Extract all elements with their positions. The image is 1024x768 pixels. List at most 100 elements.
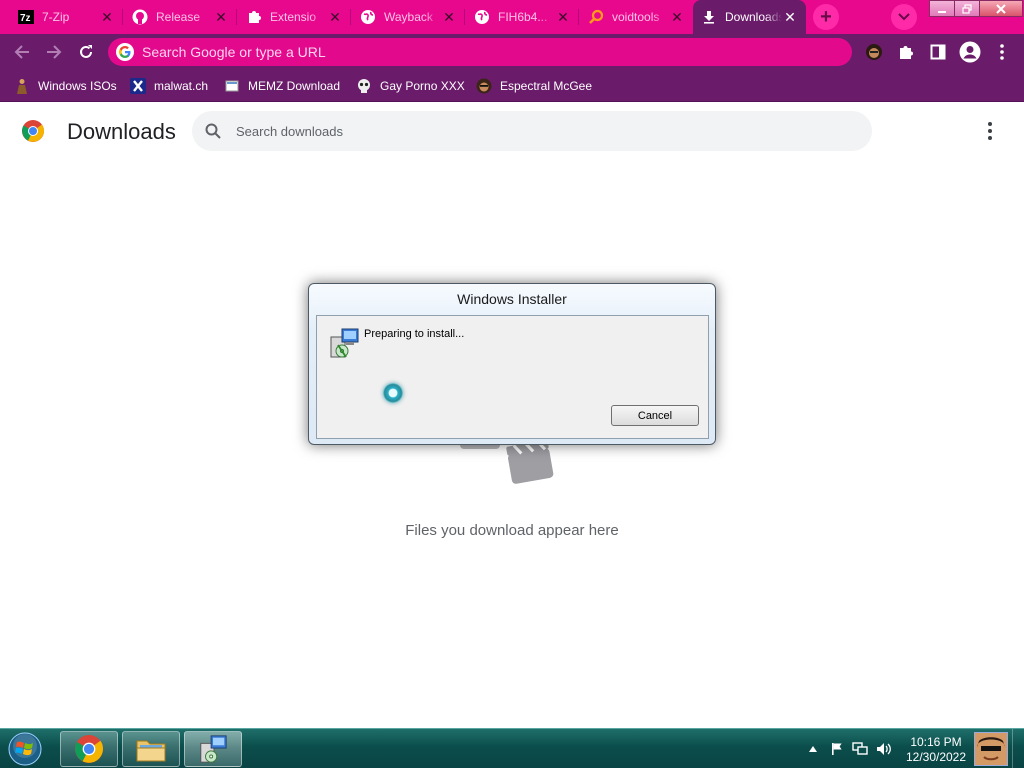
network-button[interactable]	[852, 741, 868, 757]
tab-7zip[interactable]: 7z 7-Zip ✕	[10, 0, 123, 34]
close-icon[interactable]: ✕	[555, 9, 571, 25]
start-button[interactable]	[5, 730, 45, 768]
user-avatar[interactable]	[974, 732, 1008, 766]
chrome-menu-button[interactable]	[992, 42, 1012, 62]
arrow-left-icon	[14, 45, 29, 59]
bookmark-label: MEMZ Download	[248, 79, 341, 93]
tab-wayback[interactable]: Wayback ✕	[352, 0, 465, 34]
bookmark-label: malwat.ch	[154, 79, 209, 93]
restore-button[interactable]	[954, 0, 980, 17]
puzzle-icon	[246, 9, 262, 25]
close-icon[interactable]: ✕	[441, 9, 457, 25]
bookmark-espectral-mcgee[interactable]: Espectral McGee	[476, 76, 592, 96]
speaker-icon	[877, 743, 891, 755]
avatar-icon	[975, 733, 1007, 765]
puzzle-icon	[900, 46, 913, 59]
search-icon	[204, 122, 222, 140]
tab-voidtools[interactable]: voidtools ✕	[580, 0, 693, 34]
menu-dot	[988, 136, 992, 140]
profile-button[interactable]	[958, 40, 982, 64]
bookmark-malwatch[interactable]: malwat.ch	[130, 76, 208, 96]
busy-spinner-icon	[383, 383, 403, 403]
arrow-right-icon	[47, 45, 62, 59]
bookmark-gay-porno[interactable]: Gay Porno XXX	[356, 76, 465, 96]
extension-face-icon	[866, 44, 882, 60]
avatar-icon	[476, 78, 492, 94]
figure-icon	[14, 78, 30, 94]
show-hidden-icons-button[interactable]	[805, 741, 821, 757]
installer-icon	[200, 735, 227, 763]
chevron-down-icon	[898, 13, 910, 21]
address-placeholder: Search Google or type a URL	[142, 44, 326, 60]
close-icon[interactable]: ✕	[213, 9, 229, 25]
download-icon	[701, 9, 717, 25]
side-panel-button[interactable]	[928, 42, 948, 62]
close-icon[interactable]: ✕	[782, 9, 798, 25]
taskbar-explorer-button[interactable]	[122, 731, 180, 767]
volume-button[interactable]	[876, 741, 892, 757]
windows-taskbar: 10:16 PM 12/30/2022	[0, 728, 1024, 768]
tab-title: 7-Zip	[42, 10, 70, 24]
more-vert-icon	[1000, 44, 1004, 60]
cancel-button[interactable]: Cancel	[611, 405, 699, 426]
dialog-content: Preparing to install... Cancel	[316, 315, 709, 439]
downloads-menu-button[interactable]	[980, 121, 1000, 141]
tab-strip: 7z 7-Zip ✕ Release ✕ Extensio ✕ Wayback …	[0, 0, 1024, 34]
tab-search-button[interactable]	[891, 4, 917, 30]
tab-title: voidtools	[612, 10, 660, 24]
close-icon[interactable]: ✕	[99, 9, 115, 25]
show-desktop-button[interactable]	[1012, 729, 1024, 768]
search-downloads-input[interactable]	[236, 123, 836, 139]
clock-time: 10:16 PM	[910, 735, 962, 749]
chrome-icon	[75, 735, 103, 763]
windows-installer-dialog: Windows Installer Preparing to install..…	[308, 283, 716, 445]
bookmark-label: Windows ISOs	[38, 79, 117, 93]
bookmark-label: Espectral McGee	[500, 79, 593, 93]
forward-button[interactable]	[42, 40, 66, 64]
taskbar-chrome-button[interactable]	[60, 731, 118, 767]
chrome-logo-icon	[22, 120, 44, 142]
globe-icon	[474, 9, 490, 25]
extensions-button[interactable]	[896, 42, 916, 62]
close-icon[interactable]: ✕	[669, 9, 685, 25]
extension-avatar-button[interactable]	[864, 42, 884, 62]
minimize-button[interactable]	[929, 0, 955, 17]
tab-release[interactable]: Release ✕	[124, 0, 237, 34]
system-clock[interactable]: 10:16 PM 12/30/2022	[902, 735, 970, 765]
back-button[interactable]	[10, 40, 34, 64]
7zip-icon: 7z	[18, 9, 34, 25]
tab-title: Downloads	[725, 10, 782, 24]
windows-start-icon	[8, 732, 42, 766]
bookmark-memz-download[interactable]: MEMZ Download	[224, 76, 340, 96]
restore-icon	[962, 3, 972, 14]
x-logo-icon	[130, 78, 146, 94]
minimize-icon	[938, 10, 946, 13]
dialog-message: Preparing to install...	[364, 328, 465, 340]
close-window-button[interactable]	[979, 0, 1023, 17]
action-center-button[interactable]	[829, 741, 845, 757]
github-icon	[132, 9, 148, 25]
bookmark-windows-isos[interactable]: Windows ISOs	[14, 76, 117, 96]
globe-icon	[360, 9, 376, 25]
flag-icon	[832, 743, 842, 755]
menu-dot	[988, 122, 992, 126]
address-bar[interactable]: Search Google or type a URL	[108, 38, 852, 66]
reload-button[interactable]	[74, 40, 98, 64]
tab-downloads[interactable]: Downloads ✕	[693, 0, 806, 34]
taskbar-installer-button[interactable]	[184, 731, 242, 767]
bookmarks-bar: Windows ISOs malwat.ch MEMZ Download Gay…	[0, 70, 1024, 102]
installer-icon	[330, 328, 359, 358]
close-icon	[996, 3, 1006, 14]
new-tab-button[interactable]: +	[813, 4, 839, 30]
side-panel-icon	[930, 44, 946, 60]
browser-toolbar: Search Google or type a URL	[0, 34, 1024, 70]
search-downloads-bar[interactable]	[192, 111, 872, 151]
menu-dot	[988, 129, 992, 133]
close-icon[interactable]: ✕	[327, 9, 343, 25]
empty-downloads-message: Files you download appear here	[405, 522, 619, 539]
tab-extensions[interactable]: Extensio ✕	[238, 0, 351, 34]
tab-fih[interactable]: FIH6b4... ✕	[466, 0, 579, 34]
tab-title: Extensio	[270, 10, 317, 24]
reload-icon	[80, 45, 92, 58]
google-icon	[116, 43, 134, 61]
